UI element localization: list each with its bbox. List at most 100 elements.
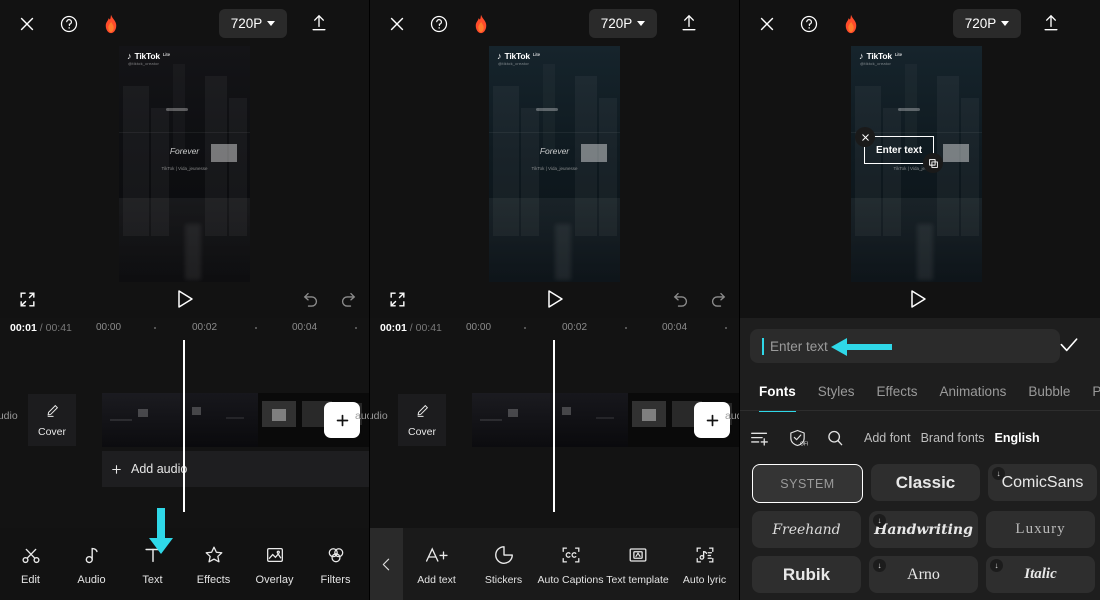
font-option-freehand[interactable]: Freehand [752,511,861,548]
resolution-button[interactable]: 720P [219,9,287,38]
top-bar: 720P [740,0,1100,46]
redo-icon[interactable] [335,286,361,312]
tab-fonts[interactable]: Fonts [748,376,807,412]
play-icon[interactable] [542,284,568,314]
tab-bubble[interactable]: Bubble [1017,376,1081,406]
brand-fonts-button[interactable]: Brand fonts [921,431,985,445]
font-option-classic[interactable]: Classic [871,464,980,501]
list-add-icon[interactable] [740,429,778,448]
font-option-rubik[interactable]: Rubik [752,556,861,593]
ruler-tick: 00:04 [292,322,318,333]
close-icon[interactable] [754,11,780,37]
watermark-handle: @tiktok_creator [860,61,892,66]
flame-icon[interactable] [468,11,494,37]
video-preview[interactable]: ♪ TikTok Lite @tiktok_creator Forever Ti… [0,46,370,282]
close-icon[interactable] [384,11,410,37]
back-button[interactable] [370,528,403,600]
font-name: Freehand [772,521,841,538]
close-icon[interactable] [855,127,875,147]
tab-divider [740,410,1100,411]
upload-icon[interactable] [676,10,702,36]
language-selector[interactable]: English [995,431,1040,445]
clip-thumbnail[interactable] [180,393,258,447]
help-icon[interactable] [426,11,452,37]
ruler-dot [524,327,526,329]
help-icon[interactable] [56,11,82,37]
add-audio-button[interactable]: Add audio [102,451,370,487]
expand-icon[interactable] [384,286,410,312]
confirm-button[interactable] [1058,336,1082,356]
duplicate-icon[interactable] [923,153,943,173]
text-editor-panel[interactable]: Enter text Fonts Styles Effects Animatio… [740,318,1100,600]
flame-icon[interactable] [838,11,864,37]
close-icon[interactable] [14,11,40,37]
ruler-dot [725,327,727,329]
add-font-button[interactable]: Add font [864,431,911,445]
auto-lyric-icon [693,543,717,567]
toolbar-item-audio[interactable]: Audio [61,543,122,586]
top-bar: 720P [370,0,740,46]
flame-icon[interactable] [98,11,124,37]
undo-icon[interactable] [298,286,324,312]
cover-button[interactable]: Cover [28,394,76,446]
download-icon: ↓ [990,559,1003,572]
tab-effects[interactable]: Effects [866,376,929,406]
shield-off-icon[interactable]: OFF [778,428,816,448]
redo-icon[interactable] [705,286,731,312]
toolbar-item-add-text[interactable]: Add text [403,543,470,586]
text-overlay-box[interactable]: Enter text [855,127,943,173]
tab-styles[interactable]: Styles [807,376,866,406]
text-template-icon [626,543,650,567]
toolbar-item-stickers[interactable]: Stickers [470,543,537,586]
toolbar-item-overlay[interactable]: Overlay [244,543,305,586]
upload-icon[interactable] [306,10,332,36]
tab-presets[interactable]: Presets [1081,376,1100,406]
undo-icon[interactable] [668,286,694,312]
video-preview[interactable]: ♪ TikTok Lite @tiktok_creator TikTok | V… [740,46,1100,282]
tab-animations[interactable]: Animations [929,376,1018,406]
video-caption-sub: TikTok | Vida_jeunesse [531,166,578,171]
chevron-down-icon [637,21,646,26]
font-option-system[interactable]: SYSTEM [752,464,863,503]
font-option-luxury[interactable]: Luxury [986,511,1095,548]
cover-label: Cover [407,425,436,438]
help-icon[interactable] [796,11,822,37]
font-grid[interactable]: SYSTEM Classic ↓ ComicSans Freehand ↓ Ha… [752,464,1100,593]
watermark-brand: TikTok [866,51,893,61]
video-preview[interactable]: ♪ TikTok Lite @tiktok_creator Forever Ti… [370,46,740,282]
resolution-button[interactable]: 720P [953,9,1021,38]
text-input-field[interactable]: Enter text [750,329,1060,363]
play-icon[interactable] [905,284,931,314]
tab-label: Fonts [759,383,796,399]
play-icon[interactable] [172,284,198,314]
clip-thumbnail[interactable] [550,393,628,447]
tab-label: Styles [817,383,855,399]
search-icon[interactable] [816,428,854,448]
editor-tabs[interactable]: Fonts Styles Effects Animations Bubble P… [740,376,1100,412]
toolbar-item-auto-captions[interactable]: Auto Captions [537,543,604,586]
toolbar-label: Filters [320,573,351,586]
clip-thumbnail[interactable] [472,393,550,447]
upload-icon[interactable] [1038,10,1064,36]
clip-thumbnail[interactable] [102,393,180,447]
font-option-handwriting[interactable]: ↓ Handwriting [869,511,978,548]
playhead[interactable] [183,340,186,512]
font-name: Italic [1024,566,1057,582]
toolbar-item-text-template[interactable]: Text template [604,543,671,586]
toolbar-item-edit[interactable]: Edit [0,543,61,586]
main-toolbar[interactable]: Edit Audio Text Effects Overlay Filters [0,528,370,600]
expand-icon[interactable] [14,286,40,312]
cover-button[interactable]: Cover [398,394,446,446]
font-option-arno[interactable]: ↓ Arno [869,556,978,593]
resolution-button[interactable]: 720P [589,9,657,38]
font-option-italic[interactable]: ↓ Italic [986,556,1095,593]
toolbar-item-filters[interactable]: Filters [305,543,366,586]
font-name: Arno [907,565,940,583]
playhead[interactable] [553,340,556,512]
font-toolbar[interactable]: OFF Add font Brand fonts English [740,422,1100,454]
toolbar-item-effects[interactable]: Effects [183,543,244,586]
font-option-comicsans[interactable]: ↓ ComicSans [988,464,1097,501]
toolbar-item-auto-lyric[interactable]: Auto lyric [671,543,738,586]
watermark-sup: Lite [894,52,903,57]
text-toolbar[interactable]: Add text Stickers Auto Captions Text tem… [370,528,740,600]
